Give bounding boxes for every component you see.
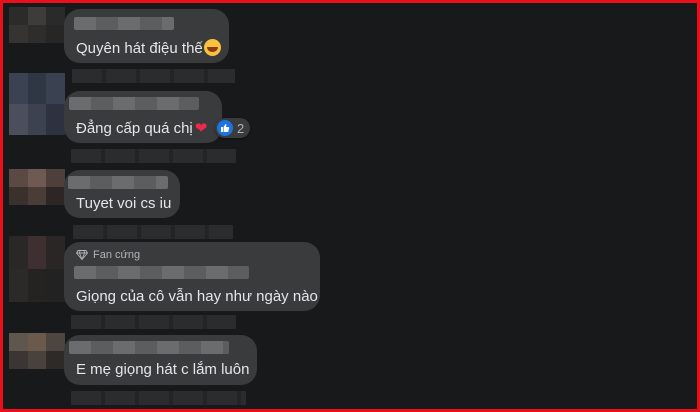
reaction-count: 2 <box>237 120 245 136</box>
author-name-blurred[interactable] <box>69 341 229 354</box>
comment-text: Giọng của cô vẫn hay như ngày nào <box>76 288 318 305</box>
avatar[interactable] <box>9 236 65 302</box>
avatar[interactable] <box>9 73 65 135</box>
comment-bubble: Đẳng cấp quá chị ❤ <box>64 91 222 143</box>
comment-actions-blurred[interactable] <box>71 149 236 163</box>
avatar[interactable] <box>9 333 65 369</box>
diamond-icon <box>76 250 88 260</box>
comment-bubble: E mẹ giọng hát c lắm luôn <box>64 335 257 385</box>
comment-actions-blurred[interactable] <box>72 69 235 83</box>
comment-text: Quyên hát điệu thế <box>76 40 203 57</box>
author-name-blurred[interactable] <box>68 176 168 189</box>
comment-feed-frame: Quyên hát điệu thế Đẳng cấp quá chị❤ 2 <box>0 0 700 412</box>
fan-badge-label: Fan cứng <box>93 249 141 261</box>
comment-text: Tuyet voi cs iu <box>76 195 172 212</box>
comment-text: Đẳng cấp quá chị <box>76 120 193 137</box>
avatar[interactable] <box>9 7 65 43</box>
comment-bubble: Tuyet voi cs iu <box>64 170 180 218</box>
comment-text: E mẹ giọng hát c lắm luôn <box>76 361 250 378</box>
reaction-summary[interactable]: 2 <box>215 118 251 138</box>
author-name-blurred[interactable] <box>74 266 249 279</box>
avatar[interactable] <box>9 169 65 205</box>
author-name-blurred[interactable] <box>69 97 199 110</box>
comment-actions-blurred[interactable] <box>71 391 246 405</box>
comment-bubble: Quyên hát điệu thế <box>64 9 229 63</box>
author-name-blurred[interactable] <box>74 17 174 30</box>
like-icon <box>217 120 233 136</box>
comment-actions-blurred[interactable] <box>71 315 236 329</box>
comment-actions-blurred[interactable] <box>73 225 233 239</box>
grinning-squinting-face-icon <box>203 39 221 56</box>
comment-bubble: Fan cứng Giọng của cô vẫn hay như ngày n… <box>64 242 320 311</box>
red-heart-icon: ❤ <box>194 120 208 137</box>
